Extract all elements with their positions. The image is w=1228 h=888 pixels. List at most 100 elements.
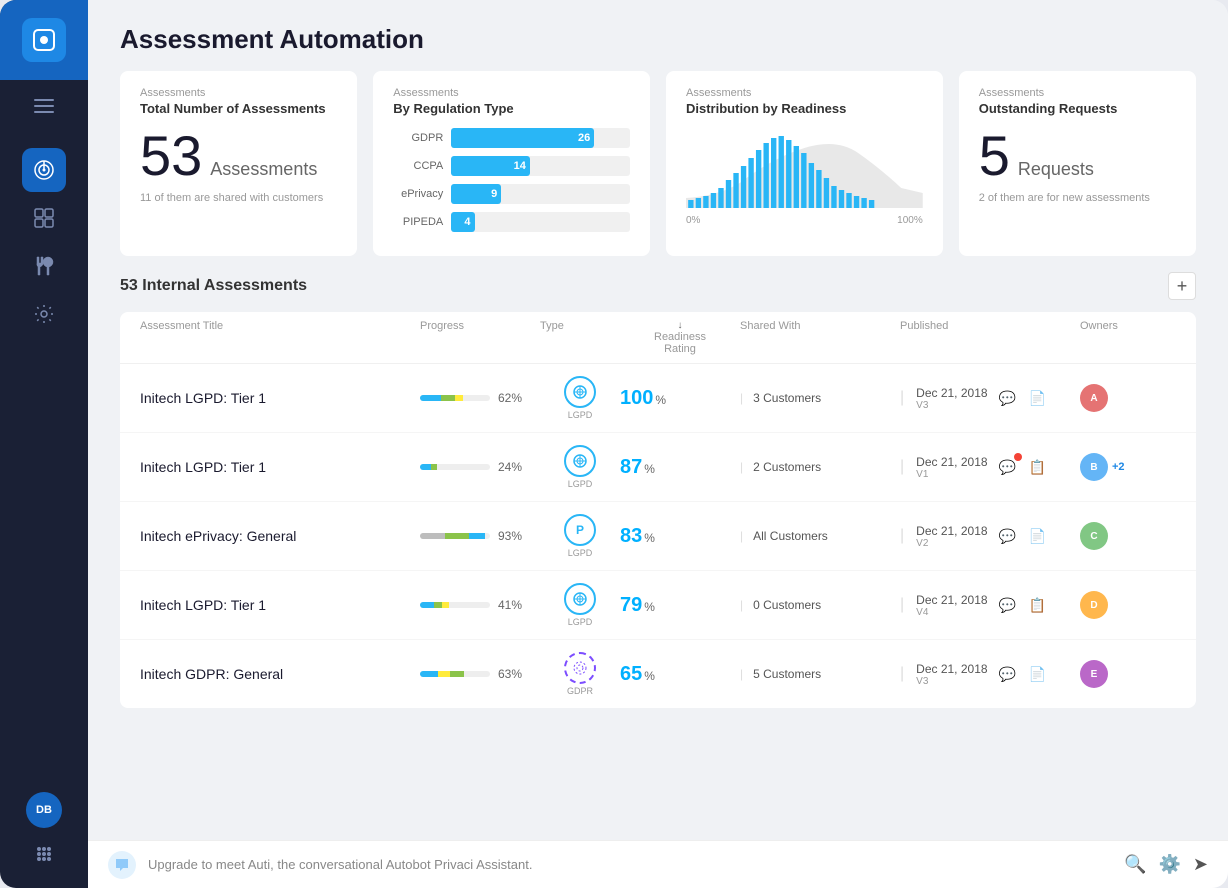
row-5-date: Dec 21, 2018 [916,662,987,676]
row-2-owners: B +2 [1080,453,1196,481]
logo-area [0,0,88,80]
assessments-sub: 11 of them are shared with customers [140,192,337,204]
row-4-readiness-unit: % [644,600,655,614]
bar-value-ccpa: 14 [514,160,526,172]
row-4-owners: D [1080,591,1196,619]
row-2-published: | Dec 21, 2018 V1 💬 📋 [900,455,1080,480]
row-4-type-icon [564,583,596,615]
bottom-bar: Upgrade to meet Auti, the conversational… [88,840,1228,888]
col-type: Type [540,320,620,355]
row-5-chat-icon[interactable]: 💬 [996,662,1020,686]
row-3-type-icon: P [564,514,596,546]
row-4-progress: 41% [420,598,540,612]
row-5-type: GDPR [540,652,620,696]
row-1-version: V3 [916,400,987,411]
stats-row: Assessments Total Number of Assessments … [88,71,1228,272]
row-3-chat-icon[interactable]: 💬 [996,524,1020,548]
row-3-type-name: LGPD [568,548,593,558]
table-row: Initech LGPD: Tier 1 24% [120,433,1196,502]
add-assessment-button[interactable]: + [1168,272,1196,300]
table-column-headers: Assessment Title Progress Type ↓ Readine… [120,312,1196,364]
row-3-action-icons: 💬 📄 [996,524,1050,548]
row-3-owners: C [1080,522,1196,550]
requests-number: 5 [979,128,1010,184]
row-3-type: P LGPD [540,514,620,558]
row-3-shared: | All Customers [740,529,900,543]
bar-track-eprivacy: 9 [451,184,630,204]
distribution-chart: 0% 100% [686,128,923,218]
row-2-shared: | 2 Customers [740,460,900,474]
row-1-chat-icon[interactable]: 💬 [996,386,1020,410]
row-4-doc-icon[interactable]: 📋 [1026,593,1050,617]
row-5-owners: E [1080,660,1196,688]
bar-track-pipeda: 4 [451,212,630,232]
stat-label-4: Assessments [979,87,1176,99]
col-shared-with: Shared With [740,320,900,355]
bottom-toolbar: 🔍 ⚙️ ➤ [1124,854,1208,875]
tools-icon [33,255,55,277]
sidebar-item-tools[interactable] [22,244,66,288]
stat-title-4: Outstanding Requests [979,101,1176,116]
menu-toggle[interactable] [0,84,88,128]
dist-chart-svg [686,128,923,208]
row-3-published: | Dec 21, 2018 V2 💬 📄 [900,524,1080,549]
assessments-unit: Assessments [210,159,317,180]
row-4-readiness-num: 79 [620,594,642,617]
row-5-pct: 63% [498,667,522,681]
arrow-bottom-button[interactable]: ➤ [1193,854,1208,875]
bar-fill-gdpr: 26 [451,128,594,148]
row-1-pct: 62% [498,391,522,405]
row-1-owners: A [1080,384,1196,412]
filter-bottom-button[interactable]: ⚙️ [1158,854,1180,875]
settings-icon [33,303,55,325]
bottom-chat-text: Upgrade to meet Auti, the conversational… [148,857,1112,872]
assessments-number: 53 [140,128,202,184]
grid-menu[interactable] [26,836,62,872]
col-readiness[interactable]: ↓ Readiness Rating [620,320,740,355]
sidebar-item-settings[interactable] [22,292,66,336]
search-bottom-button[interactable]: 🔍 [1124,854,1146,875]
row-2-readiness-unit: % [644,462,655,476]
bar-label-ccpa: CCPA [393,160,443,172]
row-2-doc-icon[interactable]: 📋 [1026,455,1050,479]
row-2-version: V1 [916,469,987,480]
dist-x-end: 100% [897,215,923,226]
radar-icon [33,159,55,181]
row-1-shared: | 3 Customers [740,391,900,405]
sidebar-item-radar[interactable] [22,148,66,192]
row-5-readiness-unit: % [644,669,655,683]
row-1-doc-icon[interactable]: 📄 [1026,386,1050,410]
bar-label-eprivacy: ePrivacy [393,188,443,200]
requests-unit: Requests [1018,159,1094,180]
col-assessment-title: Assessment Title [140,320,420,355]
row-1-title: Initech LGPD: Tier 1 [140,390,420,406]
bar-row-eprivacy: ePrivacy 9 [393,184,630,204]
bar-track-gdpr: 26 [451,128,630,148]
total-assessments-card: Assessments Total Number of Assessments … [120,71,357,256]
sidebar: DB [0,0,88,888]
row-5-doc-icon[interactable]: 📄 [1026,662,1050,686]
row-4-readiness: 79 % [620,594,740,617]
row-2-owner-avatar: B [1080,453,1108,481]
row-5-progress: 63% [420,667,540,681]
row-2-date: Dec 21, 2018 [916,455,987,469]
user-avatar[interactable]: DB [26,792,62,828]
bar-label-gdpr: GDPR [393,132,443,144]
row-3-title: Initech ePrivacy: General [140,528,420,544]
row-2-readiness: 87 % [620,456,740,479]
app-logo[interactable] [22,18,66,62]
row-1-owner-avatar: A [1080,384,1108,412]
dist-x-start: 0% [686,215,700,226]
row-3-doc-icon[interactable]: 📄 [1026,524,1050,548]
stat-label-1: Assessments [140,87,337,99]
row-4-chat-icon[interactable]: 💬 [996,593,1020,617]
stat-title-2: By Regulation Type [393,101,630,116]
row-4-version: V4 [916,607,987,618]
dot-grid-icon [34,844,54,864]
row-1-published: | Dec 21, 2018 V3 💬 📄 [900,386,1080,411]
table-header-row: 53 Internal Assessments + [120,272,1196,300]
sidebar-item-dashboard[interactable] [22,196,66,240]
row-1-type-name: LGPD [568,410,593,420]
table-title: 53 Internal Assessments [120,277,307,295]
outstanding-requests-card: Assessments Outstanding Requests 5 Reque… [959,71,1196,256]
